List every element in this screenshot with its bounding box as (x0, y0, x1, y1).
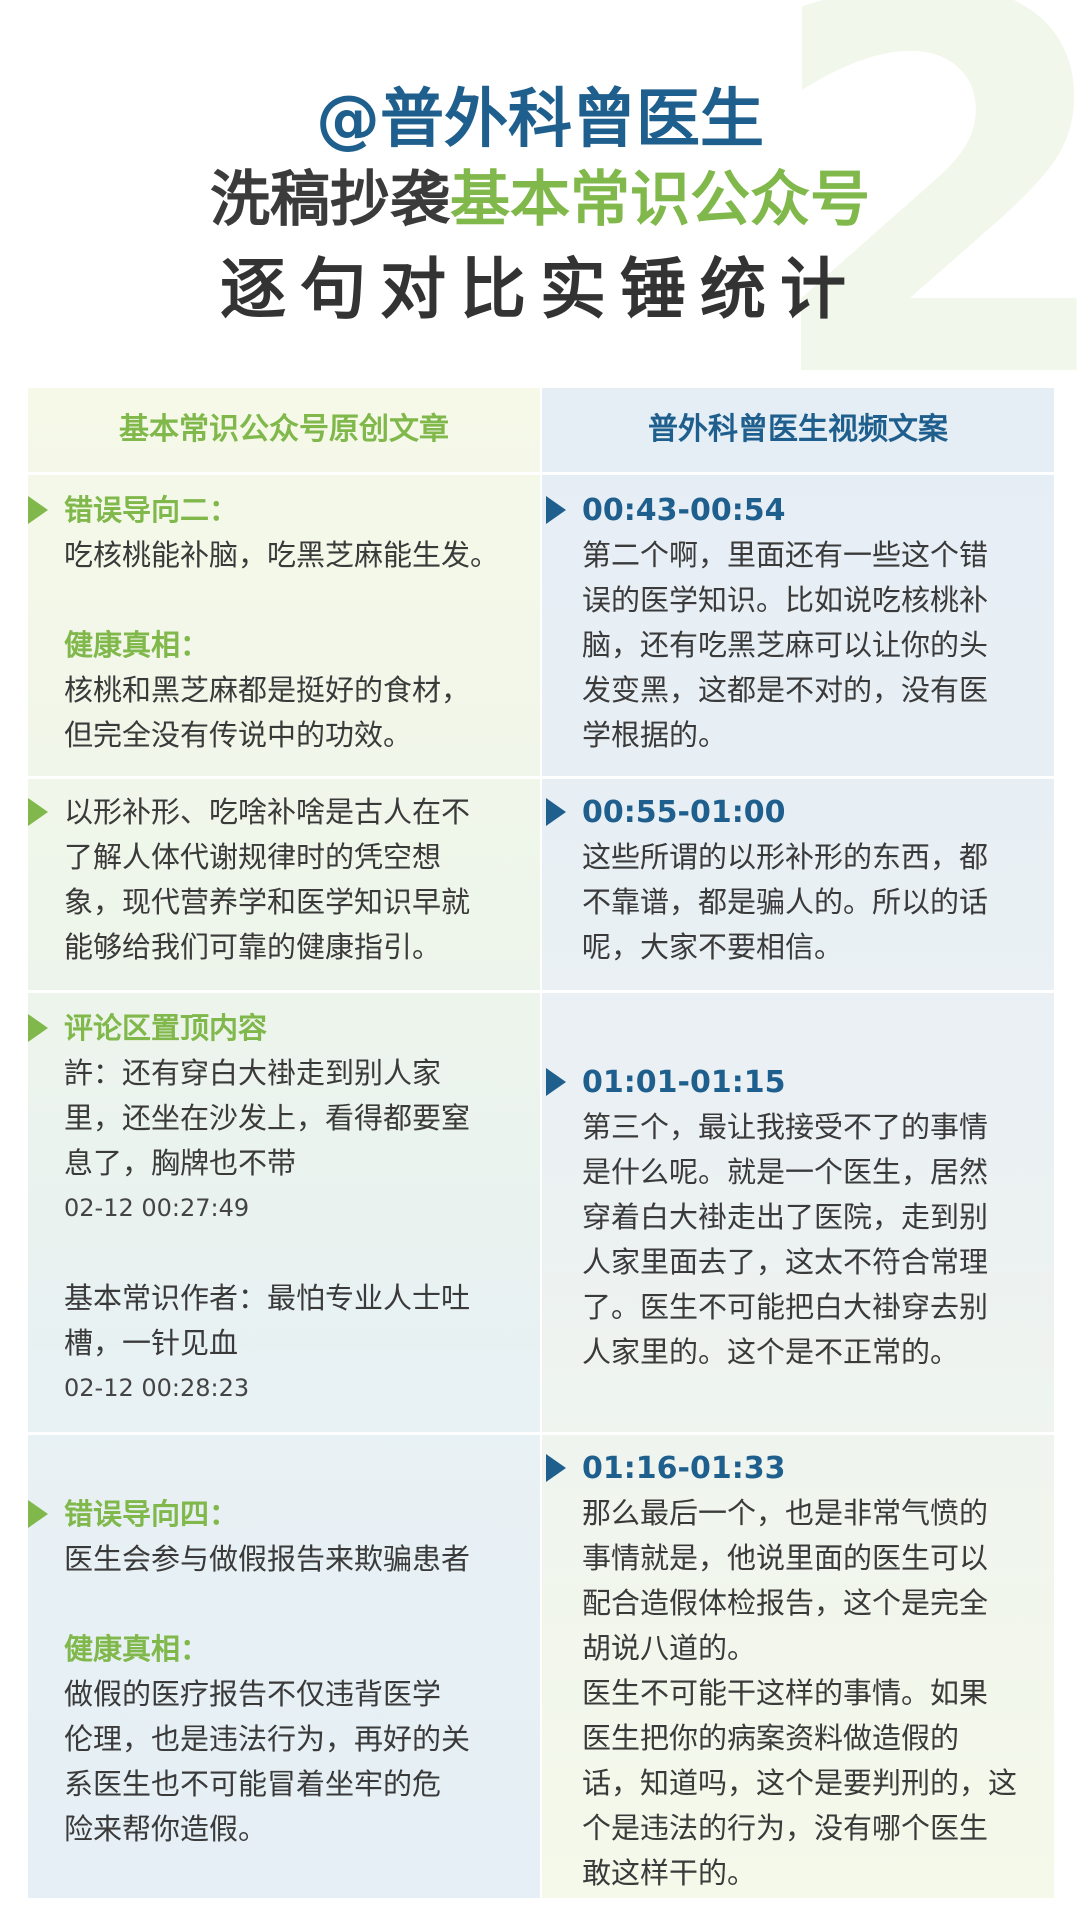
row-1-left-cell: 错误导向二： 吃核桃能补脑，吃黑芝麻能生发。 健康真相： 核桃和黑芝麻都是挺好的… (64, 488, 534, 758)
truth-text: 做假的医疗报告不仅违背医学 伦理，也是违法行为，再好的关 系医生也不可能冒着坐牢… (64, 1677, 471, 1846)
row-marker-icon (28, 798, 48, 826)
table-header: 基本常识公众号原创文章 普外科曾医生视频文案 (28, 388, 1054, 472)
row-2-right-cell: 00:55-01:00 这些所谓的以形补形的东西，都 不靠谱，都是骗人的。所以的… (582, 790, 1052, 970)
row-marker-icon (546, 496, 566, 524)
row-3-right-cell: 01:01-01:15 第三个，最让我接受不了的事情 是什么呢。就是一个医生，居… (582, 1060, 1052, 1375)
title-block: @普外科曾医生 洗稿抄袭基本常识公众号 逐句对比实锤统计 (0, 80, 1080, 338)
title-line-1: @普外科曾医生 (316, 83, 764, 157)
left-column-header: 基本常识公众号原创文章 (119, 412, 449, 447)
title-line-2-highlight: 基本常识公众号 (450, 165, 870, 235)
video-timestamp: 01:16-01:33 (582, 1451, 786, 1486)
row-marker-icon (28, 496, 48, 524)
comment-text: 許：还有穿白大褂走到别人家 里，还坐在沙发上，看得都要窒 息了，胸牌也不带 (64, 1056, 471, 1180)
title-line-2-prefix: 洗稿抄袭 (210, 165, 450, 235)
row-divider (28, 1432, 1054, 1435)
row-4-right-cell: 01:16-01:33 那么最后一个，也是非常气愤的 事情就是，他说里面的医生可… (582, 1446, 1052, 1896)
video-timestamp: 01:01-01:15 (582, 1065, 786, 1100)
error-text: 医生会参与做假报告来欺骗患者 (64, 1542, 471, 1576)
video-transcript: 那么最后一个，也是非常气愤的 事情就是，他说里面的医生可以 配合造假体检报告，这… (582, 1496, 1018, 1890)
truth-text: 核桃和黑芝麻都是挺好的食材， 但完全没有传说中的功效。 (64, 673, 471, 752)
row-marker-icon (546, 1068, 566, 1096)
row-marker-icon (28, 1014, 48, 1042)
row-marker-icon (28, 1500, 48, 1528)
truth-label: 健康真相： (64, 628, 210, 662)
video-transcript: 第二个啊，里面还有一些这个错 误的医学知识。比如说吃核桃补 脑，还有吃黑芝麻可以… (582, 538, 989, 752)
reply-timestamp: 02-12 00:28:23 (64, 1374, 250, 1402)
row-divider (28, 990, 1054, 993)
video-timestamp: 00:55-01:00 (582, 795, 786, 830)
video-transcript: 第三个，最让我接受不了的事情 是什么呢。就是一个医生，居然 穿着白大褂走出了医院… (582, 1110, 989, 1369)
comment-section-label: 评论区置顶内容 (64, 1011, 268, 1045)
row-marker-icon (546, 798, 566, 826)
row-4-left-cell: 错误导向四： 医生会参与做假报告来欺骗患者 健康真相： 做假的医疗报告不仅违背医… (64, 1492, 534, 1852)
row-divider (28, 472, 1054, 475)
comment-timestamp: 02-12 00:27:49 (64, 1194, 250, 1222)
row-divider (28, 776, 1054, 779)
title-line-2: 洗稿抄袭基本常识公众号 (0, 160, 1080, 240)
row-1-right-cell: 00:43-00:54 第二个啊，里面还有一些这个错 误的医学知识。比如说吃核桃… (582, 488, 1052, 758)
error-label: 错误导向二： (64, 493, 239, 527)
column-divider (540, 388, 542, 1898)
row-2-left-cell: 以形补形、吃啥补啥是古人在不 了解人体代谢规律时的凭空想 象，现代营养学和医学知… (64, 790, 534, 970)
error-label: 错误导向四： (64, 1497, 239, 1531)
comparison-table: 基本常识公众号原创文章 普外科曾医生视频文案 错误导向二： 吃核桃能补脑，吃黑芝… (28, 388, 1054, 1898)
row-marker-icon (546, 1454, 566, 1482)
error-text: 吃核桃能补脑，吃黑芝麻能生发。 (64, 538, 500, 572)
truth-label: 健康真相： (64, 1632, 210, 1666)
right-column-header: 普外科曾医生视频文案 (648, 412, 948, 447)
video-timestamp: 00:43-00:54 (582, 493, 786, 528)
row-3-left-cell: 评论区置顶内容 許：还有穿白大褂走到别人家 里，还坐在沙发上，看得都要窒 息了，… (64, 1006, 534, 1411)
title-line-3: 逐句对比实锤统计 (220, 251, 860, 328)
reply-text: 基本常识作者：最怕专业人士吐 槽，一针见血 (64, 1281, 471, 1360)
article-text: 以形补形、吃啥补啥是古人在不 了解人体代谢规律时的凭空想 象，现代营养学和医学知… (64, 795, 471, 964)
video-transcript: 这些所谓的以形补形的东西，都 不靠谱，都是骗人的。所以的话 呢，大家不要相信。 (582, 840, 989, 964)
